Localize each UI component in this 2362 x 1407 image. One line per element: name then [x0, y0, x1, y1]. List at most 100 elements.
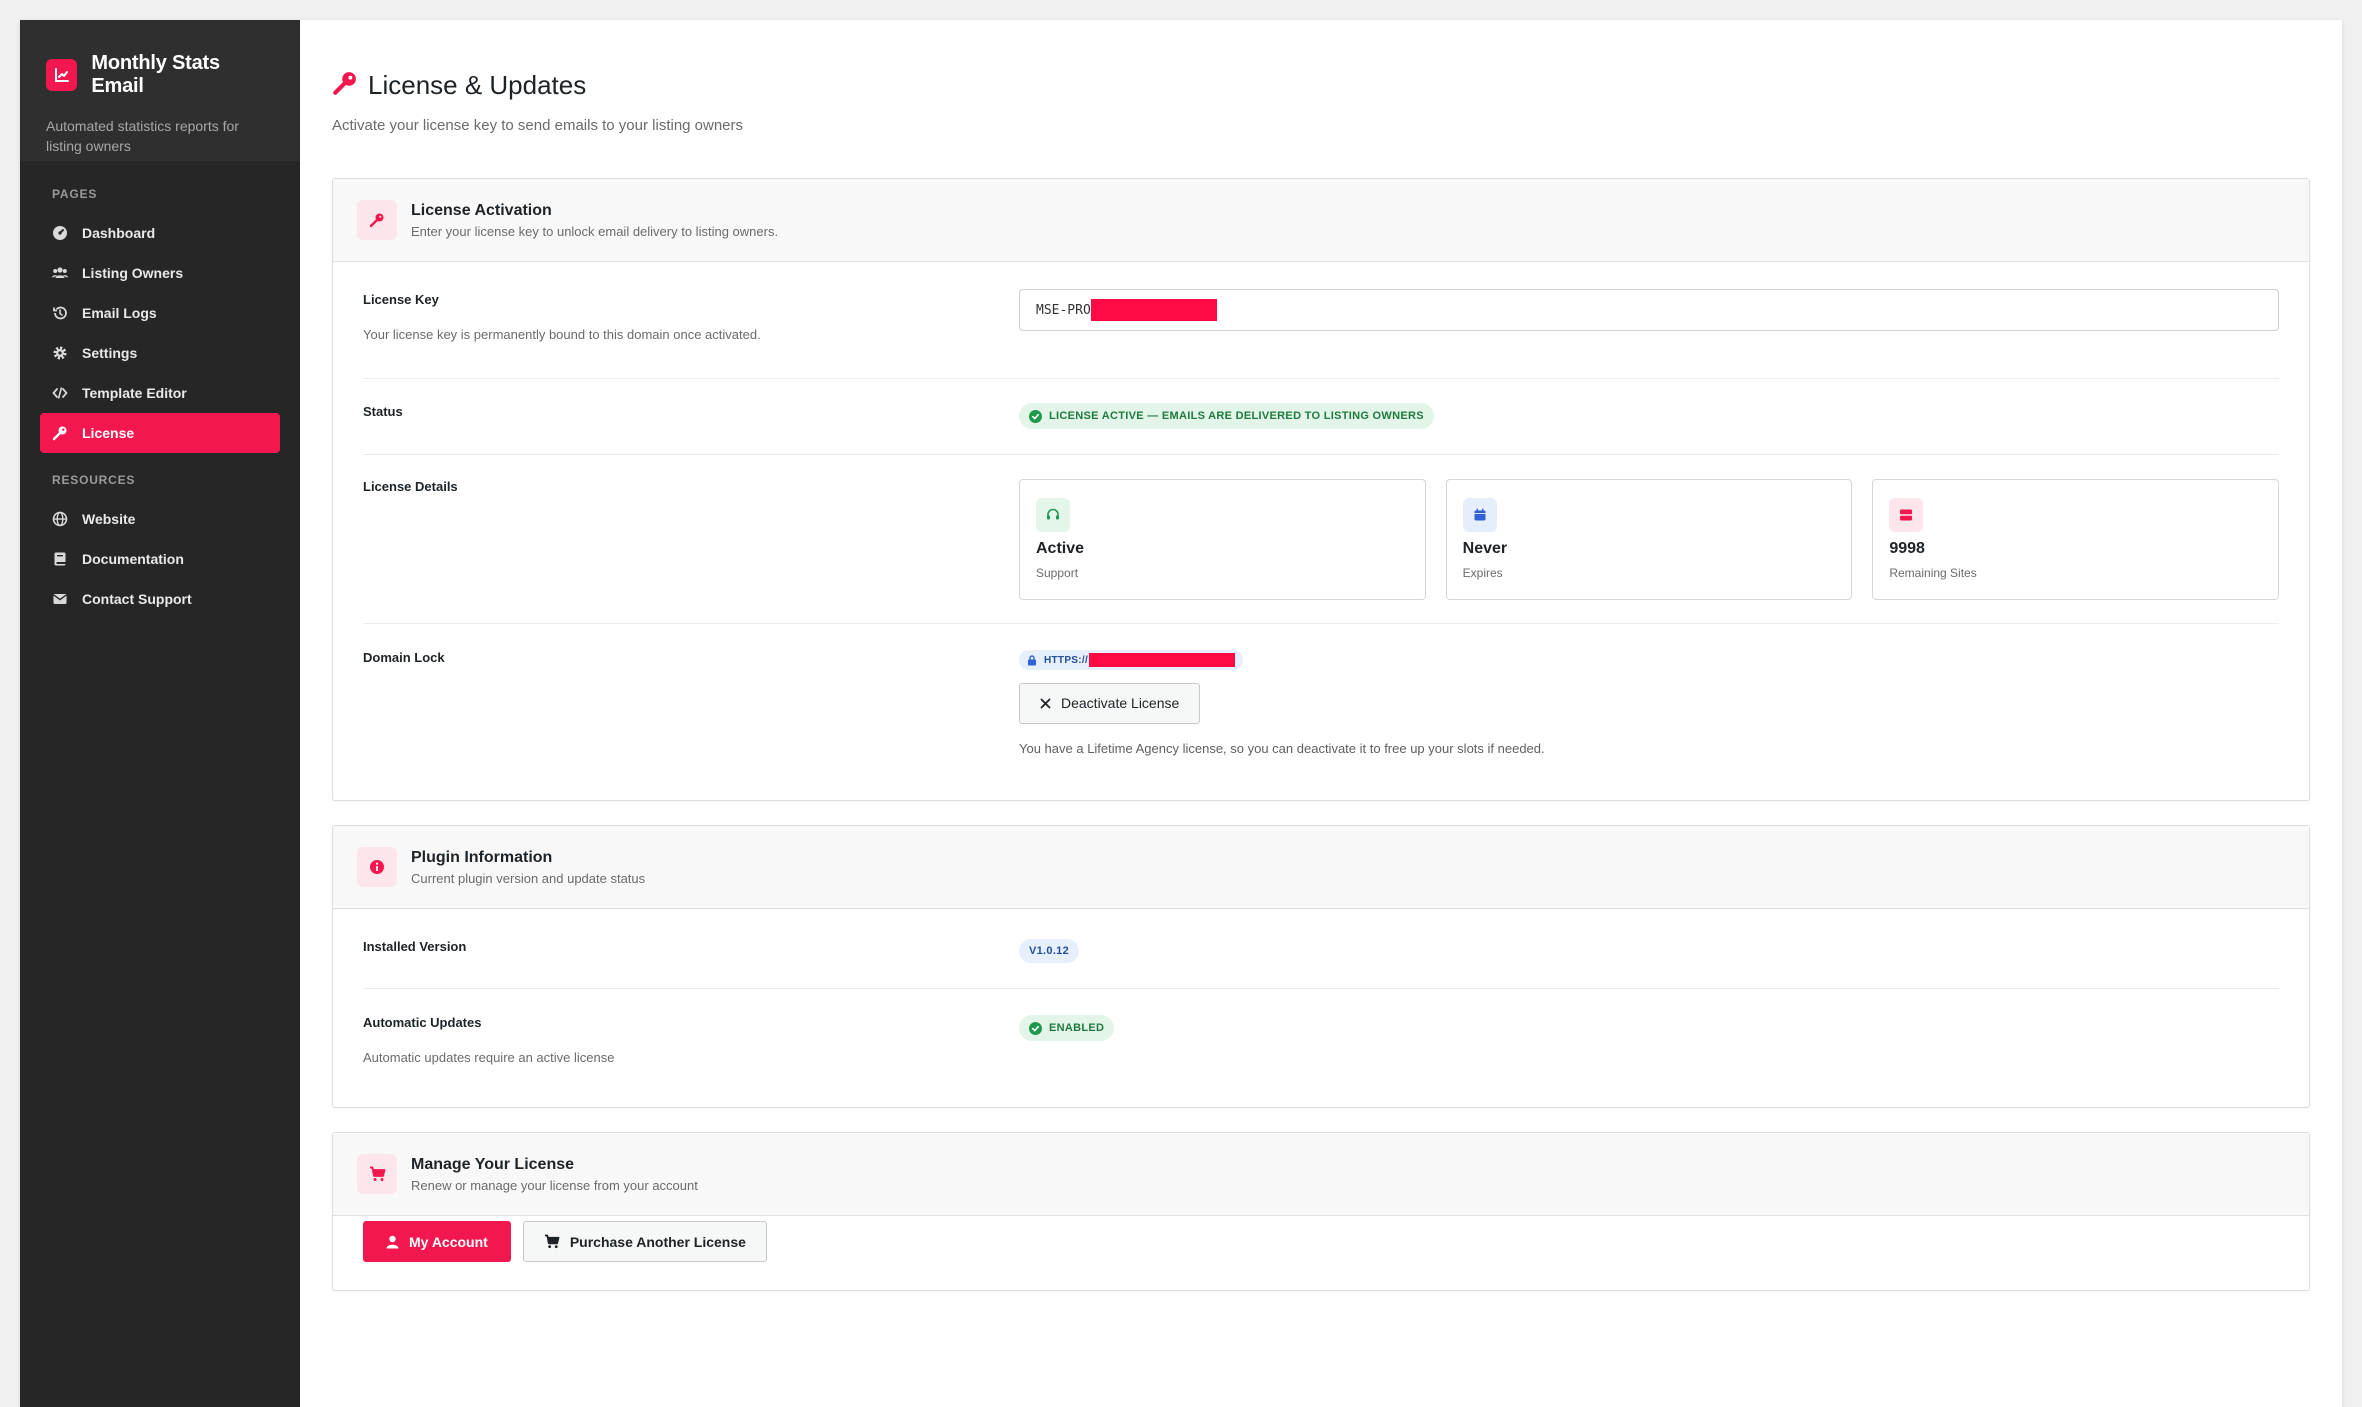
status-text: LICENSE ACTIVE — EMAILS ARE DELIVERED TO…: [1049, 410, 1424, 422]
calendar-icon: [1462, 498, 1497, 532]
brand-title: Monthly Stats Email: [91, 52, 220, 97]
sidebar-item-label: Documentation: [82, 551, 184, 567]
page-title: License & Updates: [368, 70, 587, 100]
sidebar-item-email-logs[interactable]: Email Logs: [40, 293, 280, 333]
sidebar-item-website[interactable]: Website: [40, 499, 280, 539]
sidebar-item-contact-support[interactable]: Contact Support: [40, 579, 280, 619]
sidebar-item-label: Template Editor: [82, 385, 187, 401]
card-description: Enter your license key to unlock email d…: [411, 223, 779, 239]
sidebar-item-listing-owners[interactable]: Listing Owners: [40, 253, 280, 293]
license-key-row: License Key Your license key is permanen…: [363, 262, 2279, 379]
sidebar-item-label: Dashboard: [82, 225, 156, 241]
license-details-label: License Details: [363, 479, 458, 494]
detail-caption: Support: [1036, 566, 1079, 580]
card-description: Renew or manage your license from your a…: [411, 1177, 698, 1193]
card-header: License Activation Enter your license ke…: [333, 179, 2309, 262]
detail-value: Active: [1036, 540, 1085, 557]
close-icon: [1040, 698, 1051, 708]
my-account-label: My Account: [409, 1233, 488, 1250]
user-icon: [386, 1235, 399, 1248]
cart-icon: [544, 1234, 560, 1249]
page-header: License & Updates: [332, 70, 2310, 101]
detail-caption: Remaining Sites: [1889, 566, 1977, 580]
purchase-another-license-label: Purchase Another License: [569, 1233, 746, 1250]
nav-heading-pages: PAGES: [52, 187, 98, 201]
domain-value: HTTPS://: [1044, 654, 1089, 666]
headset-icon: [1036, 498, 1070, 532]
license-details-row: License Details Active Support Never Exp…: [363, 455, 2280, 624]
check-circle-icon: [1029, 1021, 1042, 1035]
installed-version-row: Installed Version V1.0.12: [363, 909, 2279, 989]
automatic-updates-row: Automatic Updates Automatic updates requ…: [363, 989, 2279, 1107]
cart-icon: [357, 1154, 397, 1194]
deactivate-license-button[interactable]: Deactivate License: [1019, 682, 1201, 724]
detail-value: 9998: [1889, 540, 1925, 557]
plugin-information-card: Plugin Information Current plugin versio…: [332, 825, 2310, 1108]
card-title: License Activation: [411, 201, 552, 219]
history-icon: [52, 305, 68, 321]
detail-tile-remaining-sites: 9998 Remaining Sites: [1872, 479, 2280, 600]
key-icon: [357, 200, 397, 240]
sidebar-item-label: Contact Support: [82, 591, 192, 607]
detail-value: Never: [1462, 540, 1508, 557]
domain-lock-label: Domain Lock: [363, 650, 445, 665]
users-icon: [52, 265, 68, 281]
server-icon: [1889, 498, 1924, 532]
gear-icon: [52, 345, 68, 361]
deactivate-note: You have a Lifetime Agency license, so y…: [1019, 740, 1545, 756]
updates-badge: ENABLED: [1019, 1015, 1115, 1041]
detail-tile-expires: Never Expires: [1445, 479, 1853, 600]
sidebar-item-license[interactable]: License: [40, 413, 280, 453]
sidebar-item-label: Listing Owners: [82, 265, 184, 281]
sidebar-item-documentation[interactable]: Documentation: [40, 539, 280, 579]
card-description: Current plugin version and update status: [411, 870, 646, 886]
card-title: Plugin Information: [411, 848, 553, 866]
license-key-label: License Key: [363, 292, 439, 307]
check-circle-icon: [1029, 409, 1042, 423]
sidebar-item-label: Website: [82, 511, 136, 527]
domain-lock-row: Domain Lock HTTPS:// Deactivate License: [363, 624, 2279, 800]
chart-line-icon: [46, 59, 78, 91]
my-account-button[interactable]: My Account: [363, 1221, 511, 1262]
automatic-updates-help: Automatic updates require an active lice…: [363, 1050, 615, 1065]
brand-subtitle: Automated statistics reports for listing…: [46, 118, 239, 154]
status-badge: LICENSE ACTIVE — EMAILS ARE DELIVERED TO…: [1019, 403, 1434, 429]
sidebar-item-dashboard[interactable]: Dashboard: [40, 213, 280, 253]
domain-badge: HTTPS://: [1019, 650, 1244, 670]
main-content: License & Updates Activate your license …: [300, 20, 2342, 1407]
page-subtitle: Activate your license key to send emails…: [332, 117, 744, 134]
envelope-icon: [52, 591, 68, 607]
redacted-domain: [1089, 653, 1236, 667]
info-icon: [357, 847, 397, 887]
status-row: Status LICENSE ACTIVE — EMAILS ARE DELIV…: [363, 379, 2279, 455]
deactivate-license-label: Deactivate License: [1061, 695, 1180, 711]
version-badge: V1.0.12: [1019, 939, 1080, 963]
detail-caption: Expires: [1462, 566, 1503, 580]
nav-heading-resources: RESOURCES: [52, 473, 136, 487]
redacted-key: [1090, 299, 1217, 321]
sidebar-item-label: License: [82, 425, 135, 441]
purchase-another-license-button[interactable]: Purchase Another License: [522, 1221, 767, 1262]
globe-icon: [52, 511, 68, 527]
sidebar-item-settings[interactable]: Settings: [40, 333, 280, 373]
sidebar-item-template-editor[interactable]: Template Editor: [40, 373, 280, 413]
sidebar-item-label: Settings: [82, 345, 138, 361]
license-key-help: Your license key is permanently bound to…: [363, 327, 761, 342]
card-title: Manage Your License: [411, 1155, 575, 1173]
dashboard-icon: [52, 225, 68, 241]
key-icon: [332, 70, 358, 101]
manage-license-card: Manage Your License Renew or manage your…: [332, 1132, 2310, 1291]
detail-tile-support: Active Support: [1019, 479, 1426, 600]
app-window: Monthly Stats Email Automated statistics…: [20, 20, 2342, 1407]
card-header: Manage Your License Renew or manage your…: [333, 1133, 2309, 1216]
sidebar-item-label: Email Logs: [82, 305, 157, 321]
license-key-input[interactable]: MSE-PRO: [1019, 289, 2279, 331]
sidebar: Monthly Stats Email Automated statistics…: [20, 20, 300, 1407]
license-key-value: MSE-PRO: [1036, 302, 1091, 318]
nav-resources: RESOURCES Website Documentation Contact …: [20, 453, 300, 619]
book-icon: [52, 551, 68, 567]
license-activation-card: License Activation Enter your license ke…: [332, 178, 2310, 801]
brand-block: Monthly Stats Email Automated statistics…: [20, 20, 300, 161]
license-details-tiles: Active Support Never Expires 9998 Remain…: [1019, 479, 2280, 600]
updates-value: ENABLED: [1049, 1022, 1105, 1034]
